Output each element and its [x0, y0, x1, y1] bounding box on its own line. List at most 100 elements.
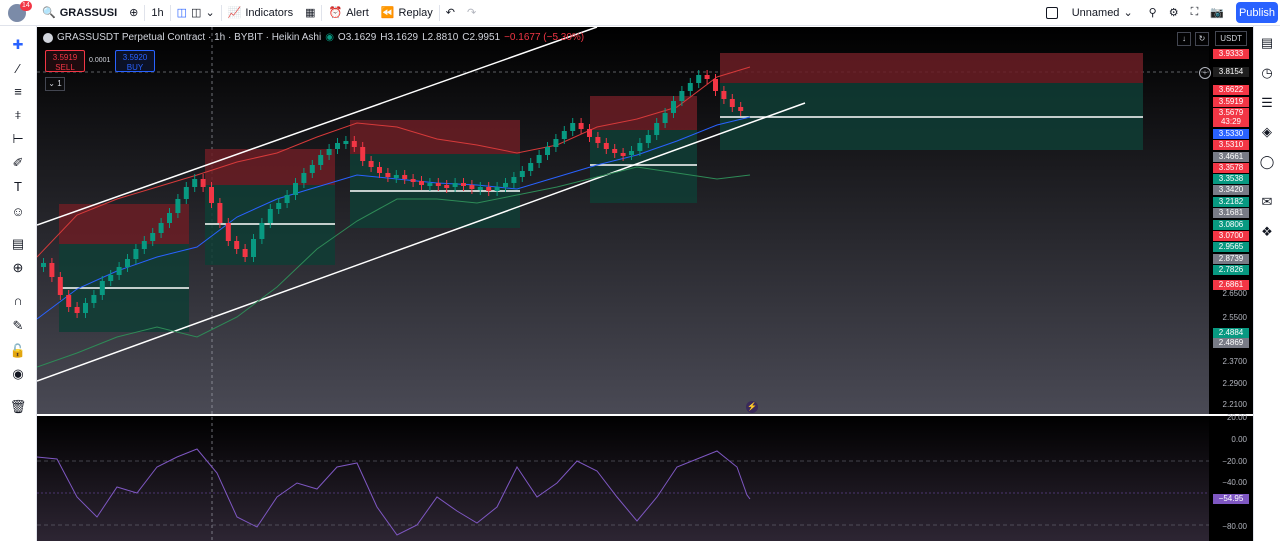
scroll-down-icon[interactable]: ↓ — [1177, 32, 1191, 46]
oscillator-pane-bg — [37, 415, 1209, 541]
candles-icon: ◫ — [176, 7, 188, 19]
chevron-down-icon: ⌄ — [1123, 7, 1133, 19]
ideas-icon[interactable]: ◯ — [1258, 153, 1276, 171]
plus-circle-icon: ⊕ — [129, 7, 139, 19]
details-icon[interactable]: ☰ — [1258, 94, 1276, 112]
candle-body — [612, 149, 618, 153]
publish-button[interactable]: Publish — [1236, 2, 1278, 23]
layout-select[interactable]: Unnamed ⌄ — [1040, 0, 1139, 26]
eye-icon[interactable]: ◉ — [9, 365, 27, 383]
drawing-toolbar: ✚ ∕ ≡ ⧧ ⊢ ✐ T ☺ ▤ ⊕ ∩ ✎ 🔓 ◉ 🗑 — [0, 26, 37, 541]
candle-body — [150, 233, 156, 241]
layers-icon[interactable]: ◈ — [1258, 123, 1276, 141]
candle-body — [435, 183, 441, 186]
price-label: 3.8154 — [1213, 67, 1249, 77]
candle-body — [519, 171, 525, 177]
pattern-icon[interactable]: ⧧ — [9, 106, 27, 124]
price-label: 2.4884 — [1213, 328, 1249, 338]
legend-low: L2.8810 — [422, 32, 459, 43]
candle-body — [318, 155, 324, 165]
alert-button[interactable]: ⏰ Alert — [322, 0, 374, 26]
candle-body — [192, 179, 198, 187]
price-label: 2.8739 — [1213, 254, 1249, 264]
candle-body — [444, 185, 450, 188]
price-label: 3.4661 — [1213, 152, 1249, 162]
emoji-icon[interactable]: ☺ — [9, 203, 27, 221]
streams-icon[interactable]: ❖ — [1258, 223, 1276, 241]
sell-button[interactable]: 3.5919 SELL — [45, 50, 85, 72]
price-label: 3.3420 — [1213, 185, 1249, 195]
candle-body — [687, 83, 693, 91]
undo-button[interactable]: ↶ — [440, 0, 461, 26]
snapshot-button[interactable]: 📷 — [1204, 0, 1230, 26]
price-tick: 2.6500 — [1222, 289, 1247, 298]
replay-button[interactable]: ⏪ Replay — [375, 0, 439, 26]
trash-icon[interactable]: 🗑 — [9, 398, 27, 416]
settings-button[interactable]: ⚙ — [1163, 0, 1185, 26]
lock-drawing-icon[interactable]: ✎ — [9, 317, 27, 335]
candle-body — [553, 139, 559, 147]
legend-collapse-button[interactable]: ⌄ 1 — [45, 77, 65, 91]
candle-body — [368, 161, 374, 167]
alerts-clock-icon[interactable]: ◷ — [1258, 64, 1276, 82]
watchlist-icon[interactable]: ▤ — [1258, 34, 1276, 52]
candle-body — [125, 259, 130, 267]
chart-canvas[interactable] — [37, 27, 1253, 541]
ruler-icon[interactable]: ▤ — [9, 235, 27, 253]
redo-button[interactable]: ↷ — [461, 0, 482, 26]
fib-icon[interactable]: ≡ — [9, 83, 27, 101]
lightning-icon[interactable]: ⚡ — [746, 401, 758, 413]
candle-body — [578, 123, 584, 129]
forecast-icon[interactable]: ⊢ — [9, 130, 27, 148]
quick-search-icon: ⚲ — [1148, 7, 1157, 19]
trend-line-icon[interactable]: ∕ — [9, 60, 27, 78]
symbol-search[interactable]: 🔍 GRASSUSI — [36, 0, 123, 26]
quick-search-button[interactable]: ⚲ — [1143, 0, 1163, 26]
buy-button[interactable]: 3.5920 BUY — [115, 50, 155, 72]
candle-body — [242, 249, 248, 257]
buy-price: 3.5920 — [122, 53, 148, 62]
position-stop-zone[interactable] — [720, 53, 1143, 83]
chart-area[interactable]: GRASSUSDT Perpetual Contract · 1h · BYBI… — [37, 27, 1253, 541]
chart-legend: GRASSUSDT Perpetual Contract · 1h · BYBI… — [43, 32, 584, 43]
candle-body — [167, 213, 172, 223]
grid-icon: ▦ — [305, 7, 316, 19]
magnet-icon[interactable]: ∩ — [9, 292, 27, 310]
lock-icon[interactable]: 🔓 — [9, 342, 27, 360]
candle-body — [570, 123, 576, 131]
undo-icon: ↶ — [445, 7, 455, 19]
candle-body — [335, 143, 340, 149]
indicators-button[interactable]: 📈 Indicators — [222, 0, 299, 26]
candle-body — [419, 181, 424, 185]
camera-icon: 📷 — [1210, 7, 1224, 19]
fullscreen-button[interactable]: ⛶ — [1185, 0, 1205, 26]
price-label: 3.3538 — [1213, 174, 1249, 184]
oscillator-value-label: −54.95 — [1213, 494, 1249, 504]
buy-label: BUY — [126, 63, 144, 72]
candle-body — [200, 179, 206, 187]
price-label: 3.0806 — [1213, 220, 1249, 230]
zoom-in-icon[interactable]: ⊕ — [9, 259, 27, 277]
legend-high: H3.1629 — [380, 32, 419, 43]
templates-button[interactable]: ▦ — [299, 0, 321, 26]
timeframe-button[interactable]: 1h — [145, 0, 169, 26]
compare-button[interactable]: ⊕ — [123, 0, 144, 26]
oscillator-tick: 0.00 — [1231, 435, 1247, 444]
candle-body — [309, 165, 315, 173]
candle-body — [713, 79, 718, 91]
oscillator-tick: −20.00 — [1222, 457, 1247, 466]
crosshair-icon[interactable]: ✚ — [9, 36, 27, 54]
oscillator-tick: 20.00 — [1226, 413, 1247, 422]
alert-label: Alert — [346, 6, 369, 19]
legend-title[interactable]: GRASSUSDT Perpetual Contract · 1h · BYBI… — [57, 32, 321, 43]
chart-type-button[interactable]: ◫ ◫ ⌄ — [171, 0, 221, 26]
candle-body — [545, 147, 550, 155]
reset-scale-icon[interactable]: ↻ — [1195, 32, 1209, 46]
brush-icon[interactable]: ✐ — [9, 154, 27, 172]
price-axis[interactable]: 3.9333 3.8154 3.6622 3.5919 3.5679 43:29 3.533… — [1209, 27, 1253, 541]
candle-body — [385, 173, 391, 177]
candle-body — [251, 239, 256, 257]
price-label: 3.1681 — [1213, 208, 1249, 218]
chat-icon[interactable]: ✉ — [1258, 193, 1276, 211]
text-icon[interactable]: T — [9, 178, 27, 196]
